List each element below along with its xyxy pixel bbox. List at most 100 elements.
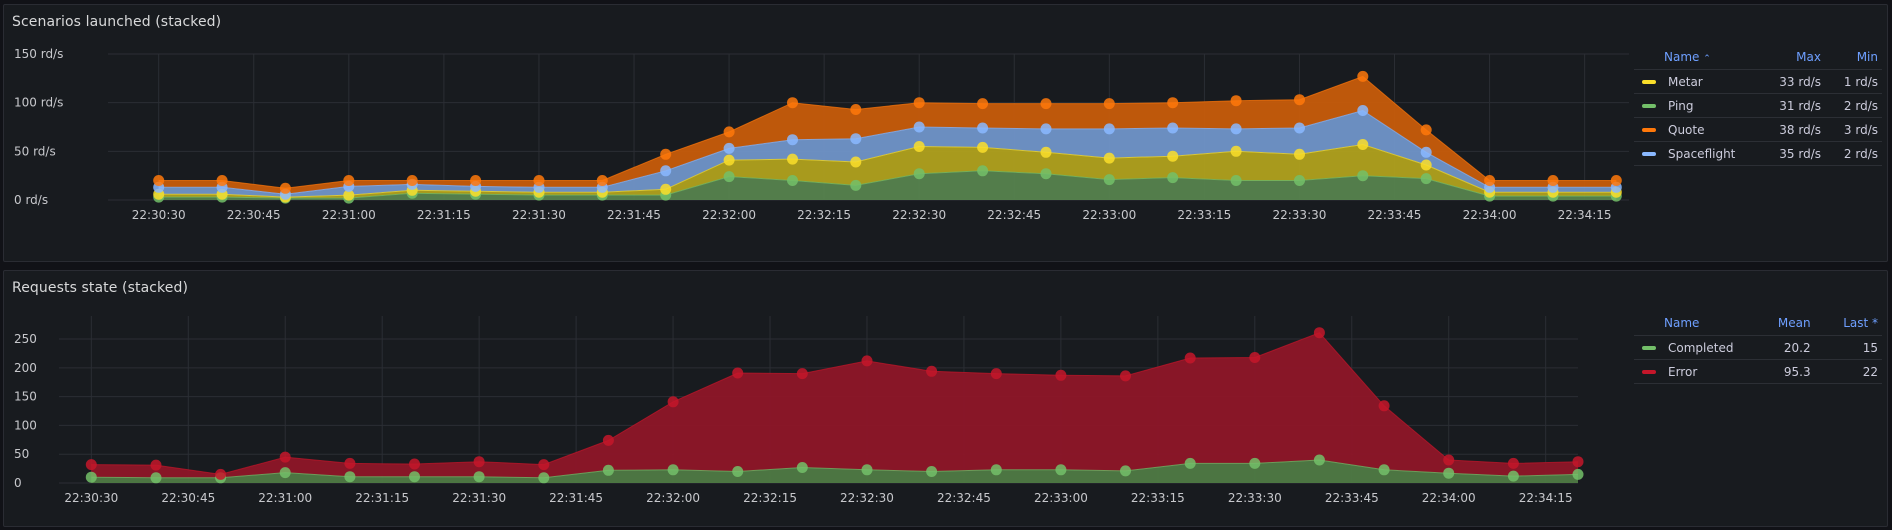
legend-header-min[interactable]: Min (1824, 47, 1882, 70)
legend-header-last[interactable]: Last * (1814, 313, 1882, 336)
point-error (732, 367, 744, 379)
x-tick-label: 22:31:30 (512, 208, 566, 222)
point-completed (279, 467, 291, 479)
legend-header-max[interactable]: Max (1739, 47, 1825, 70)
legend-header-name[interactable]: Name (1634, 313, 1738, 336)
x-tick-label: 22:34:15 (1519, 491, 1573, 505)
scenarios-chart[interactable]: 22:30:30 22:30:45 22:31:00 22:31:15 22:31:30… (4, 5, 1629, 261)
point-metar (660, 183, 672, 195)
legend-series-name[interactable]: Quote (1668, 123, 1704, 137)
point-quote (1040, 98, 1052, 110)
area-error (91, 332, 1578, 478)
legend-row[interactable]: Completed 20.2 15 (1634, 335, 1882, 360)
point-metar (1167, 150, 1179, 162)
legend-row[interactable]: Quote 38 rd/s 3 rd/s (1634, 117, 1882, 142)
point-spaceflight (1420, 146, 1432, 158)
legend-row[interactable]: Ping 31 rd/s 2 rd/s (1634, 93, 1882, 118)
point-metar (1357, 139, 1369, 150)
point-ping (1357, 170, 1369, 182)
legend-row[interactable]: Error 95.3 22 (1634, 359, 1882, 384)
legend-mean-value: 95.3 (1737, 359, 1815, 384)
series-color-icon (1642, 152, 1656, 156)
legend-min-value: 3 rd/s (1824, 117, 1882, 142)
x-tick-label: 22:33:45 (1368, 208, 1422, 222)
x-tick-label: 22:32:15 (743, 491, 797, 505)
point-metar (1230, 145, 1242, 157)
point-completed (344, 471, 356, 483)
y-tick-label: 0 (14, 476, 22, 490)
point-completed (409, 471, 420, 483)
legend-header-name-label: Name (1664, 49, 1700, 64)
y-tick-label: 50 rd/s (14, 144, 56, 158)
point-error (602, 434, 614, 446)
legend-min-value: 2 rd/s (1824, 141, 1882, 166)
point-quote (1357, 70, 1369, 82)
legend-series-name[interactable]: Ping (1668, 99, 1694, 113)
legend-max-value: 38 rd/s (1739, 117, 1825, 142)
point-error (85, 459, 97, 471)
point-error (1249, 352, 1261, 363)
legend-series-name[interactable]: Spaceflight (1668, 147, 1735, 161)
point-quote (977, 98, 989, 110)
point-quote (1294, 94, 1305, 106)
point-error (150, 459, 162, 471)
series-color-icon (1642, 80, 1656, 84)
point-ping (1420, 173, 1432, 185)
point-spaceflight (1230, 123, 1242, 135)
legend-last-value: 15 (1814, 335, 1882, 360)
point-quote (787, 97, 798, 109)
point-quote (596, 175, 608, 186)
x-tick-label: 22:34:00 (1463, 208, 1517, 222)
x-tick-label: 22:31:00 (322, 208, 376, 222)
x-tick-label: 22:30:30 (132, 208, 186, 222)
point-metar (1040, 146, 1052, 158)
legend-series-name[interactable]: Completed (1668, 341, 1733, 355)
legend-row[interactable]: Metar 33 rd/s 1 rd/s (1634, 69, 1882, 94)
legend-mean-value: 20.2 (1737, 335, 1815, 360)
x-tick-label: 22:33:15 (1131, 491, 1185, 505)
x-tick-label: 22:31:45 (607, 208, 661, 222)
legend-series-name[interactable]: Metar (1668, 75, 1703, 89)
point-completed (1507, 470, 1519, 482)
legend-table: Name ⌃ Max Min Metar 33 rd/s 1 rd/s Ping… (1634, 47, 1882, 166)
point-quote (279, 182, 291, 194)
x-tick-label: 22:34:00 (1422, 491, 1476, 505)
point-ping (1167, 172, 1179, 184)
point-completed (796, 462, 808, 473)
x-tick-label: 22:31:30 (452, 491, 506, 505)
point-metar (787, 153, 798, 165)
point-error (409, 458, 420, 470)
point-error (215, 468, 227, 480)
x-tick-label: 22:30:45 (227, 208, 281, 222)
requests-chart[interactable]: 22:30:30 22:30:45 22:31:00 22:31:15 22:31:30… (4, 271, 1629, 526)
x-tick-label: 22:30:45 (161, 491, 215, 505)
point-completed (473, 471, 485, 483)
point-error (344, 457, 356, 469)
legend-header-mean[interactable]: Mean (1737, 313, 1815, 336)
point-spaceflight (723, 142, 735, 154)
point-completed (926, 466, 938, 477)
x-tick-label: 22:33:15 (1177, 208, 1231, 222)
x-tick-label: 22:32:00 (646, 491, 700, 505)
point-quote (470, 175, 482, 186)
legend-row[interactable]: Spaceflight 35 rd/s 2 rd/s (1634, 141, 1882, 166)
legend-min-value: 1 rd/s (1824, 69, 1882, 94)
x-tick-label: 22:32:15 (797, 208, 851, 222)
legend-series-name[interactable]: Error (1668, 365, 1697, 379)
point-quote (343, 175, 355, 186)
point-completed (1572, 468, 1584, 480)
point-metar (1420, 159, 1432, 171)
point-completed (990, 464, 1002, 476)
point-quote (1230, 95, 1242, 107)
point-quote (1610, 175, 1622, 186)
point-completed (85, 471, 97, 483)
series-color-icon (1642, 346, 1656, 350)
point-quote (913, 97, 925, 109)
y-tick-label: 250 (14, 332, 37, 346)
point-quote (153, 175, 165, 186)
x-tick-label: 22:31:15 (417, 208, 471, 222)
legend-max-value: 31 rd/s (1739, 93, 1825, 118)
legend-header-name[interactable]: Name ⌃ (1634, 47, 1740, 70)
legend-min-value: 2 rd/s (1824, 93, 1882, 118)
y-tick-label: 100 (14, 418, 37, 432)
